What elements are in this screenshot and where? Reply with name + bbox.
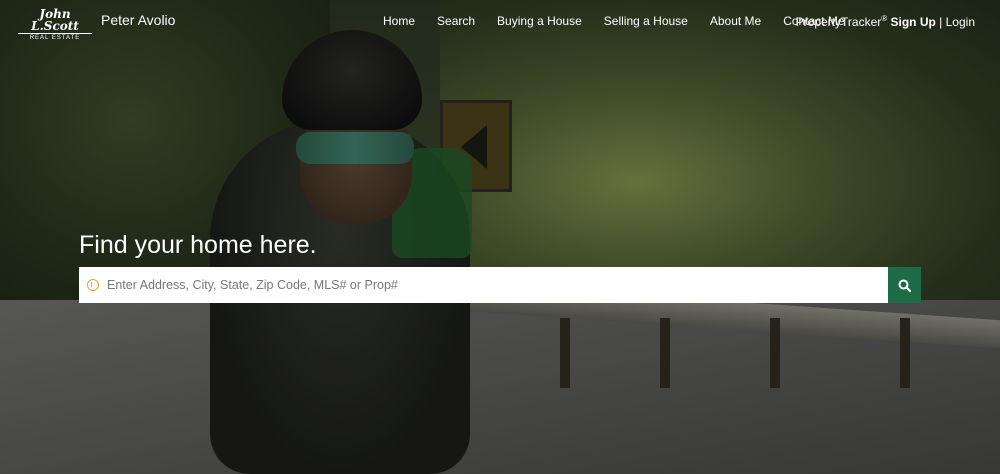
- top-navbar: John L.Scott REAL ESTATE Peter Avolio Ho…: [0, 0, 1000, 42]
- property-search-bar: [79, 267, 921, 303]
- agent-name-link[interactable]: Peter Avolio: [101, 12, 175, 28]
- location-pin-icon: [87, 279, 99, 291]
- cyclist-sunglasses: [296, 132, 414, 164]
- nav-links: Home Search Buying a House Selling a Hou…: [383, 14, 867, 28]
- logo-main-text: John L.Scott: [18, 8, 92, 34]
- nav-item-selling[interactable]: Selling a House: [604, 14, 688, 28]
- login-link[interactable]: Login: [946, 15, 975, 29]
- guardrail-post: [660, 318, 670, 388]
- nav-item-about[interactable]: About Me: [710, 14, 761, 28]
- search-input[interactable]: [107, 278, 888, 292]
- cyclist-jersey: [392, 148, 472, 258]
- account-separator: |: [939, 15, 943, 29]
- nav-item-home[interactable]: Home: [383, 14, 415, 28]
- property-tracker-label: PropertyTracker: [795, 15, 882, 29]
- brand-logo[interactable]: John L.Scott REAL ESTATE: [18, 8, 92, 42]
- nav-item-buying[interactable]: Buying a House: [497, 14, 582, 28]
- hero-section: John L.Scott REAL ESTATE Peter Avolio Ho…: [0, 0, 1000, 474]
- guardrail-post: [900, 318, 910, 388]
- registered-mark: ®: [881, 14, 888, 23]
- nav-item-search[interactable]: Search: [437, 14, 475, 28]
- hero-headline: Find your home here.: [79, 231, 317, 259]
- cyclist-helmet: [282, 30, 422, 130]
- logo-sub-text: REAL ESTATE: [29, 35, 81, 41]
- background-road: [0, 300, 1000, 474]
- search-icon: [898, 279, 911, 292]
- cyclist-face: [300, 112, 412, 224]
- guardrail-post: [770, 318, 780, 388]
- guardrail-post: [560, 318, 570, 388]
- search-button[interactable]: [888, 267, 921, 303]
- road-sign: [440, 100, 512, 192]
- account-links: PropertyTracker® Sign Up | Login: [796, 14, 975, 29]
- search-input-wrapper: [79, 267, 888, 303]
- sign-up-link[interactable]: Sign Up: [890, 15, 935, 29]
